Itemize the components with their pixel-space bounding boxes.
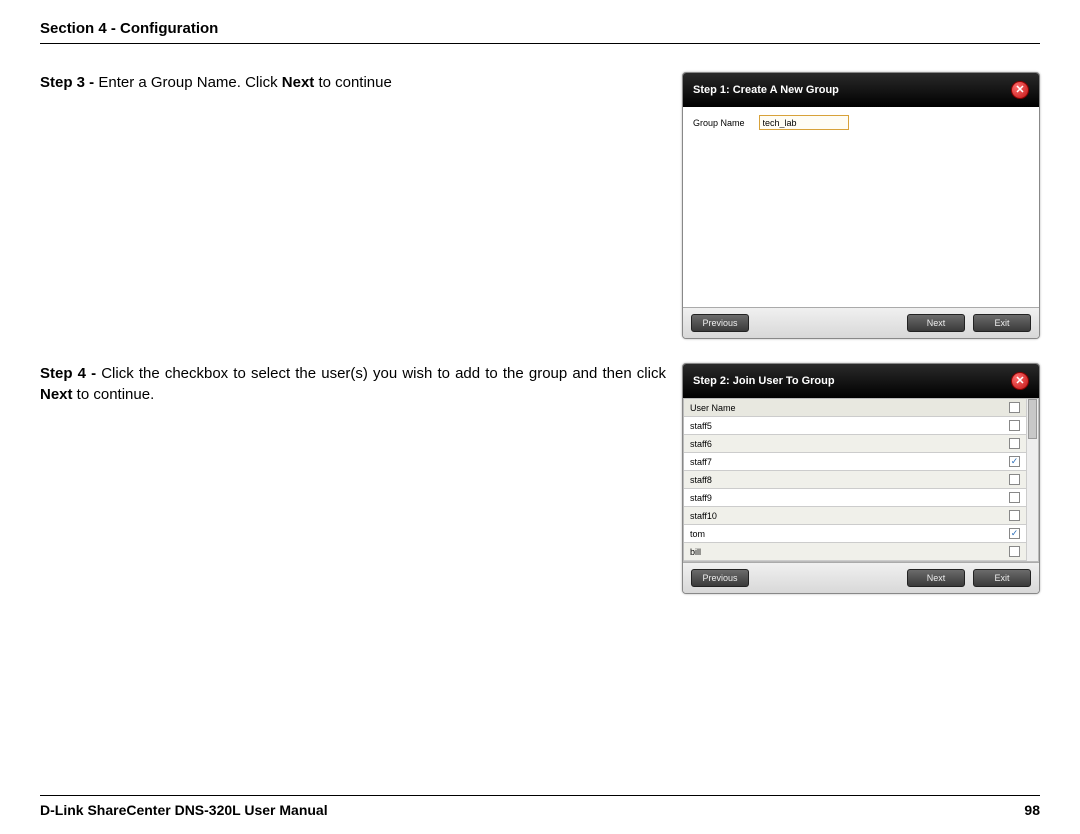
- table-row: tom ✓: [684, 525, 1038, 543]
- scrollbar-thumb[interactable]: [1028, 399, 1037, 439]
- table-row: staff10: [684, 507, 1038, 525]
- user-name-cell: staff8: [690, 475, 712, 485]
- close-icon[interactable]: ✕: [1011, 372, 1029, 390]
- user-table: User Name staff5staff6staff7✓staff8staff…: [683, 398, 1039, 562]
- next-button[interactable]: Next: [907, 569, 965, 587]
- user-checkbox[interactable]: [1009, 438, 1020, 449]
- previous-button[interactable]: Previous: [691, 314, 749, 332]
- step4-text2: to continue.: [73, 386, 155, 403]
- dialog-join-user: Step 2: Join User To Group ✕ User Name s…: [682, 363, 1040, 594]
- user-checkbox[interactable]: ✓: [1009, 456, 1020, 467]
- dialog-create-group: Step 1: Create A New Group ✕ Group Name …: [682, 72, 1040, 339]
- user-checkbox[interactable]: [1009, 492, 1020, 503]
- exit-button[interactable]: Exit: [973, 569, 1031, 587]
- user-name-cell: staff5: [690, 421, 712, 431]
- step4-text1: Click the checkbox to select the user(s)…: [101, 365, 666, 382]
- user-name-cell: bill: [690, 547, 701, 557]
- user-name-cell: tom: [690, 529, 705, 539]
- user-rows-container: staff5 staff6 staff7 ✓ staff8 staff9 staff10 to…: [684, 417, 1038, 561]
- scrollbar[interactable]: [1026, 399, 1038, 561]
- table-row: bill: [684, 543, 1038, 561]
- table-row: staff8: [684, 471, 1038, 489]
- next-button[interactable]: Next: [907, 314, 965, 332]
- user-checkbox[interactable]: [1009, 546, 1020, 557]
- username-header: User Name: [690, 403, 736, 413]
- step4-row: Step 4 - Click the checkbox to select th…: [40, 363, 1040, 594]
- step3-row: Step 3 - Enter a Group Name. Click Next …: [40, 72, 1040, 339]
- user-checkbox[interactable]: [1009, 474, 1020, 485]
- step3-text1: Enter a Group Name. Click: [98, 74, 281, 91]
- user-name-cell: staff6: [690, 439, 712, 449]
- table-row: staff5: [684, 417, 1038, 435]
- user-checkbox[interactable]: [1009, 510, 1020, 521]
- close-icon[interactable]: ✕: [1011, 81, 1029, 99]
- user-checkbox[interactable]: ✓: [1009, 528, 1020, 539]
- table-row: staff6: [684, 435, 1038, 453]
- step4-bold: Next: [40, 386, 73, 403]
- manual-title: D-Link ShareCenter DNS-320L User Manual: [40, 802, 328, 818]
- section-header: Section 4 - Configuration: [40, 20, 1040, 44]
- table-row: staff7 ✓: [684, 453, 1038, 471]
- exit-button[interactable]: Exit: [973, 314, 1031, 332]
- step3-text2: to continue: [314, 74, 392, 91]
- step4-prefix: Step 4 -: [40, 365, 101, 382]
- dialog2-body: User Name staff5staff6staff7✓staff8staff…: [683, 398, 1039, 562]
- user-name-cell: staff10: [690, 511, 717, 521]
- user-name-cell: staff7: [690, 457, 712, 467]
- dialog1-footer: Previous Next Exit: [683, 307, 1039, 338]
- page-footer: D-Link ShareCenter DNS-320L User Manual …: [40, 795, 1040, 818]
- step3-instruction: Step 3 - Enter a Group Name. Click Next …: [40, 72, 682, 93]
- step4-instruction: Step 4 - Click the checkbox to select th…: [40, 363, 682, 405]
- table-row: staff9: [684, 489, 1038, 507]
- group-name-label: Group Name: [693, 118, 745, 128]
- header-checkbox[interactable]: [1009, 402, 1020, 413]
- step3-bold: Next: [282, 74, 315, 91]
- table-header-row: User Name: [684, 399, 1038, 417]
- dialog2-header: Step 2: Join User To Group ✕: [683, 364, 1039, 398]
- dialog1-title: Step 1: Create A New Group: [693, 84, 839, 96]
- user-name-cell: staff9: [690, 493, 712, 503]
- dialog2-title: Step 2: Join User To Group: [693, 375, 835, 387]
- group-name-row: Group Name: [693, 115, 1029, 130]
- dialog1-header: Step 1: Create A New Group ✕: [683, 73, 1039, 107]
- group-name-input[interactable]: [759, 115, 849, 130]
- previous-button[interactable]: Previous: [691, 569, 749, 587]
- page-number: 98: [1024, 802, 1040, 818]
- dialog2-footer: Previous Next Exit: [683, 562, 1039, 593]
- step3-prefix: Step 3 -: [40, 74, 98, 91]
- user-checkbox[interactable]: [1009, 420, 1020, 431]
- dialog1-body: Group Name: [683, 107, 1039, 307]
